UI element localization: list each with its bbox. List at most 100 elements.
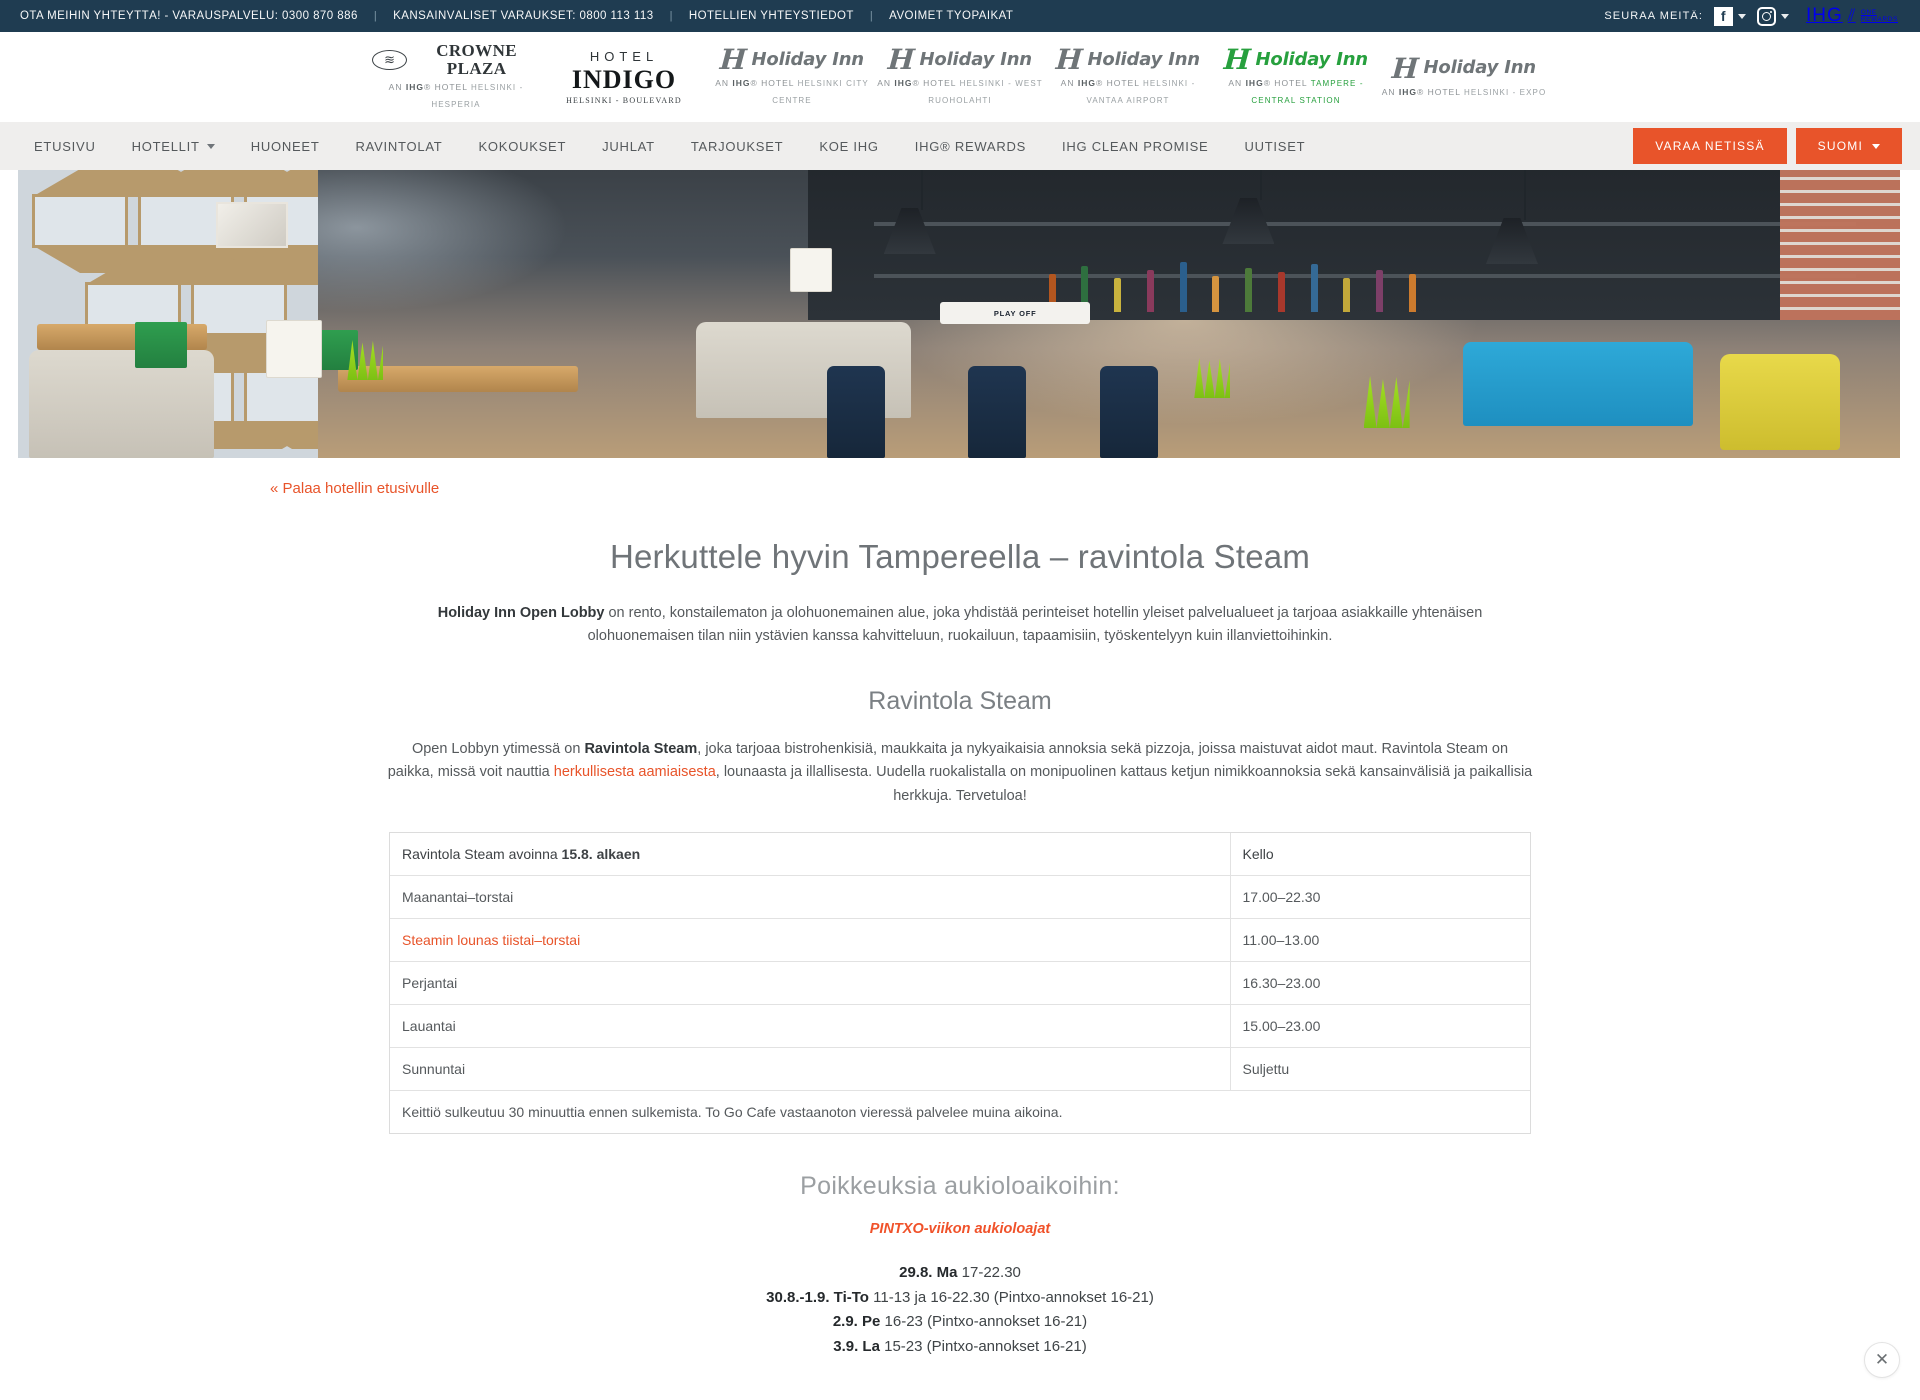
- top-utility-bar: OTA MEIHIN YHTEYTTÄ! - VARAUSPALVELU: 03…: [0, 0, 1920, 32]
- logo-holiday-inn-helsinki-vantaa-airport[interactable]: H Holiday Inn AN IHG® HOTEL HELSINKI - V…: [1044, 43, 1212, 108]
- nav-label: IHG® REWARDS: [914, 138, 1027, 154]
- table-note: Keittiö sulkeutuu 30 minuuttia ennen sul…: [402, 1104, 1063, 1121]
- bottle: [1146, 270, 1154, 312]
- sub-ihg: IHG: [1245, 78, 1264, 89]
- table-row: Lauantai 15.00–23.00: [390, 1004, 1530, 1049]
- ihg-one-rewards-logo[interactable]: IHG ⫽ ONE REWARDS: [1806, 5, 1898, 27]
- table-row: Steamin lounas tiistai–torstai 11.00–13.…: [390, 918, 1530, 963]
- sub-pre: AN: [1228, 78, 1246, 89]
- logo-city-label: HELSINKI - EXPO: [1464, 87, 1547, 97]
- main-navigation: ETUSIVU HOTELLIT HUONEET RAVINTOLAT KOKO…: [0, 122, 1920, 170]
- bar-shelf: [873, 274, 1857, 278]
- menu-card: [789, 248, 832, 292]
- nav-item-juhlat[interactable]: JUHLAT: [584, 122, 673, 170]
- topbar-link-international-bookings[interactable]: KANSAINVÄLISET VARAUKSET: 0800 113 113: [393, 10, 653, 22]
- exceptions-subtitle: PINTXO-viikon aukioloajat: [869, 1221, 1051, 1238]
- chevron-down-icon[interactable]: [206, 143, 215, 149]
- logo-sub-an-ihg-hotel: AN IHG® HOTEL: [715, 78, 797, 88]
- topbar-separator: |: [869, 10, 874, 22]
- sub-pre: AN: [1381, 86, 1399, 97]
- topbar-link-open-jobs[interactable]: AVOIMET TYÖPAIKAT: [889, 10, 1013, 22]
- table-cell-day-lunch[interactable]: Steamin lounas tiistai–torstai: [390, 918, 1231, 963]
- breakfast-link[interactable]: herkullisesta aamiaisesta: [554, 764, 716, 780]
- topbar-social-area: SEURAA MEITÄ: f IHG ⫽ ONE REWARDS: [1604, 5, 1898, 27]
- page-title: Herkuttele hyvin Tampereella – ravintola…: [609, 538, 1311, 575]
- table-row: Maanantai–torstai 17.00–22.30: [390, 875, 1530, 920]
- yellow-armchair: [1719, 354, 1840, 450]
- dining-chair: [827, 366, 886, 458]
- topbar-links: OTA MEIHIN YHTEYTTÄ! - VARAUSPALVELU: 03…: [20, 10, 1013, 22]
- logo-hotel-indigo-helsinki-boulevard[interactable]: HOTEL INDIGO HELSINKI - BOULEVARD: [540, 49, 708, 105]
- logo-holiday-inn-tampere-central-station[interactable]: H Holiday Inn AN IHG® HOTEL TAMPERE - CE…: [1212, 43, 1380, 108]
- nav-item-hotellit[interactable]: HOTELLIT: [114, 122, 233, 170]
- intro-bold-lead: Holiday Inn Open Lobby: [437, 605, 605, 621]
- chevron-down-icon[interactable]: [1737, 13, 1746, 19]
- nav-item-huoneet[interactable]: HUONEET: [233, 122, 338, 170]
- table-row: Sunnuntai Suljettu: [390, 1047, 1530, 1092]
- sub-ihg: IHG: [732, 78, 751, 89]
- sub-post: ® HOTEL: [423, 82, 468, 93]
- ihg-tick-icon: ⫽: [1847, 6, 1856, 25]
- nav-label: HOTELLIT: [131, 138, 200, 154]
- logo-holiday-inn-helsinki-city-centre[interactable]: H Holiday Inn AN IHG® HOTEL HELSINKI CIT…: [708, 43, 876, 108]
- nav-item-ravintolat[interactable]: RAVINTOLAT: [338, 122, 461, 170]
- instagram-icon[interactable]: [1756, 6, 1776, 26]
- hexagon-tile: [32, 170, 224, 273]
- logo-holiday-inn-helsinki-expo[interactable]: H Holiday Inn AN IHG® HOTEL HELSINKI - E…: [1380, 52, 1548, 100]
- table-cell-time: 11.00–13.00: [1230, 918, 1530, 963]
- opening-hours-table: Ravintola Steam avoinna 15.8. alkaen Kel…: [390, 833, 1530, 1133]
- sub-pre: AN: [877, 78, 895, 89]
- facebook-icon[interactable]: f: [1713, 6, 1733, 26]
- holiday-inn-wordmark: Holiday Inn: [1255, 48, 1369, 70]
- facebook-group[interactable]: f: [1713, 6, 1746, 26]
- crowne-plaza-mark: ≋ CROWNE PLAZA: [372, 42, 540, 78]
- instagram-group[interactable]: [1756, 6, 1789, 26]
- sub-ihg: IHG: [1398, 86, 1417, 97]
- nav-item-ihg-clean-promise[interactable]: IHG CLEAN PROMISE: [1044, 122, 1226, 170]
- logo-crowne-plaza-helsinki-hesperia[interactable]: ≋ CROWNE PLAZA AN IHG® HOTEL HELSINKI - …: [372, 42, 540, 111]
- nav-item-koe-ihg[interactable]: KOE IHG: [801, 122, 896, 170]
- nav-item-uutiset[interactable]: UUTISET: [1226, 122, 1323, 170]
- holiday-inn-mark: H Holiday Inn: [1380, 52, 1548, 85]
- bar-back-shelf: [808, 170, 1900, 320]
- nav-label: HUONEET: [250, 138, 320, 154]
- exception-date: 3.9. La: [833, 1337, 885, 1355]
- exception-date: 2.9. Pe: [832, 1313, 885, 1331]
- pendant-cord: [1260, 170, 1263, 200]
- para-bold-restaurant-name: Ravintola Steam: [584, 740, 698, 757]
- book-online-label: VARAA NETISSÄ: [1655, 139, 1765, 153]
- language-selector-button[interactable]: SUOMI: [1795, 128, 1902, 164]
- language-label: SUOMI: [1817, 139, 1863, 153]
- table-cell-day: Perjantai: [390, 961, 1231, 1006]
- wall-artwork: [215, 202, 288, 248]
- bottle: [1310, 264, 1318, 312]
- play-off-sign: PLAY OFF: [940, 302, 1091, 324]
- close-icon[interactable]: ✕: [1864, 1342, 1900, 1378]
- nav-item-ihg-rewards[interactable]: IHG® REWARDS: [897, 122, 1044, 170]
- table-header-row: Ravintola Steam avoinna 15.8. alkaen Kel…: [390, 833, 1530, 877]
- table-note-row: Keittiö sulkeutuu 30 minuuttia ennen sul…: [390, 1091, 1530, 1134]
- brick-wall-decor: [1780, 170, 1900, 320]
- header-bold-date: 15.8. alkaen: [561, 846, 641, 863]
- sub-post: ® HOTEL: [750, 78, 795, 89]
- nav-label: IHG CLEAN PROMISE: [1062, 138, 1209, 154]
- dining-chair: [968, 366, 1027, 458]
- back-to-hotel-home-link[interactable]: « Palaa hotellin etusivulle: [270, 480, 439, 497]
- table-cell-time: 15.00–23.00: [1230, 1004, 1530, 1049]
- book-online-button[interactable]: VARAA NETISSÄ: [1633, 128, 1787, 164]
- sub-post: ® HOTEL: [1095, 78, 1140, 89]
- crowne-plaza-wordmark: CROWNE PLAZA: [436, 41, 517, 79]
- nav-item-etusivu[interactable]: ETUSIVU: [16, 122, 114, 170]
- topbar-link-contact[interactable]: OTA MEIHIN YHTEYTTÄ! - VARAUSPALVELU: 03…: [20, 10, 358, 22]
- sub-pre: AN: [388, 82, 406, 93]
- holiday-inn-wordmark: Holiday Inn: [1423, 57, 1537, 79]
- menu-card: [266, 320, 323, 378]
- lunch-link[interactable]: Steamin lounas tiistai–torstai: [402, 932, 580, 948]
- nav-item-kokoukset[interactable]: KOKOUKSET: [461, 122, 585, 170]
- logo-holiday-inn-helsinki-west-ruoholahti[interactable]: H Holiday Inn AN IHG® HOTEL HELSINKI - W…: [876, 43, 1044, 108]
- nav-label: RAVINTOLAT: [355, 138, 443, 154]
- topbar-link-hotel-contacts[interactable]: HOTELLIEN YHTEYSTIEDOT: [689, 10, 854, 22]
- chevron-down-icon[interactable]: [1780, 13, 1789, 19]
- nav-item-tarjoukset[interactable]: TARJOUKSET: [673, 122, 802, 170]
- bottle: [1114, 278, 1122, 312]
